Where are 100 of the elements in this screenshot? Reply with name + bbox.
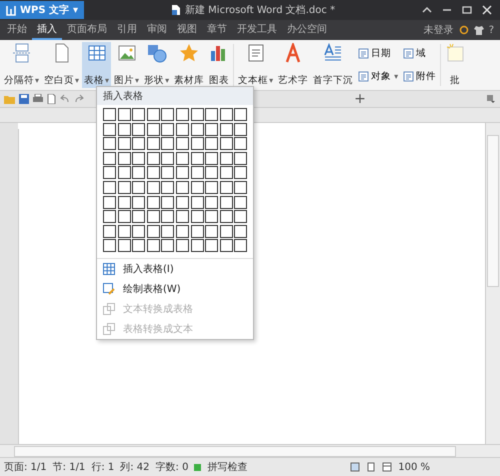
sync-icon[interactable]	[458, 25, 469, 35]
grid-cell[interactable]	[176, 166, 189, 180]
login-link[interactable]: 未登录	[424, 23, 454, 37]
save-icon[interactable]	[19, 94, 29, 104]
ribbon-button[interactable]: 素材库	[172, 42, 206, 88]
ribbon-tab[interactable]: 办公空间	[282, 20, 332, 40]
grid-cell[interactable]	[118, 166, 131, 180]
grid-cell[interactable]	[190, 108, 204, 121]
grid-cell[interactable]	[234, 239, 248, 252]
grid-cell[interactable]	[132, 180, 146, 194]
grid-cell[interactable]	[146, 122, 160, 136]
ribbon-tab[interactable]: 引用	[112, 20, 142, 40]
ribbon-button[interactable]: 图表	[207, 42, 232, 88]
grid-cell[interactable]	[146, 166, 160, 180]
maximize-icon[interactable]	[462, 5, 472, 15]
grid-cell[interactable]	[103, 108, 116, 121]
grid-cell[interactable]	[146, 224, 160, 238]
grid-cell[interactable]	[146, 152, 160, 165]
close-icon[interactable]	[482, 5, 492, 15]
grid-cell[interactable]	[132, 239, 146, 252]
page-view-icon[interactable]	[350, 462, 360, 472]
grid-cell[interactable]	[132, 210, 146, 224]
grid-cell[interactable]	[118, 180, 131, 194]
ribbon-tab[interactable]: 开发工具	[232, 20, 282, 40]
grid-cell[interactable]	[205, 239, 218, 252]
grid-cell[interactable]	[176, 210, 189, 224]
grid-cell[interactable]	[220, 224, 233, 238]
grid-cell[interactable]	[220, 210, 233, 224]
grid-cell[interactable]	[220, 239, 233, 252]
grid-cell[interactable]	[132, 152, 146, 165]
ribbon-button[interactable]: 域	[403, 47, 436, 60]
ribbon-button[interactable]: 批	[443, 42, 468, 88]
grid-cell[interactable]	[103, 137, 116, 150]
grid-cell[interactable]	[161, 137, 174, 150]
ribbon-button[interactable]: 空白页▾	[42, 42, 82, 88]
grid-cell[interactable]	[220, 122, 233, 136]
grid-cell[interactable]	[103, 152, 116, 165]
horizontal-scrollbar[interactable]	[0, 444, 500, 457]
spell-check-button[interactable]: 拼写检查	[207, 460, 248, 474]
grid-cell[interactable]	[205, 137, 218, 150]
grid-cell[interactable]	[146, 108, 160, 121]
grid-cell[interactable]	[161, 196, 174, 209]
ribbon-button[interactable]: 对象 ▾	[358, 70, 398, 83]
grid-cell[interactable]	[234, 122, 248, 136]
grid-cell[interactable]	[161, 166, 174, 180]
web-view-icon[interactable]	[382, 462, 392, 472]
grid-cell[interactable]	[103, 180, 116, 194]
outline-view-icon[interactable]	[366, 462, 376, 472]
grid-cell[interactable]	[118, 196, 131, 209]
grid-cell[interactable]	[146, 137, 160, 150]
grid-cell[interactable]	[234, 196, 248, 209]
grid-cell[interactable]	[220, 137, 233, 150]
grid-cell[interactable]	[234, 180, 248, 194]
grid-cell[interactable]	[146, 180, 160, 194]
ribbon-button[interactable]: 附件	[403, 70, 436, 83]
grid-cell[interactable]	[176, 239, 189, 252]
grid-cell[interactable]	[234, 166, 248, 180]
grid-cell[interactable]	[205, 224, 218, 238]
grid-cell[interactable]	[146, 196, 160, 209]
grid-cell[interactable]	[205, 180, 218, 194]
grid-cell[interactable]	[132, 166, 146, 180]
grid-cell[interactable]	[132, 122, 146, 136]
grid-cell[interactable]	[176, 180, 189, 194]
menu-item[interactable]: 绘制表格(W)	[97, 279, 253, 300]
ribbon-tab[interactable]: 页面布局	[62, 20, 112, 40]
ribbon-button[interactable]: 图片▾	[112, 42, 142, 88]
grid-cell[interactable]	[103, 210, 116, 224]
grid-cell[interactable]	[161, 224, 174, 238]
grid-cell[interactable]	[118, 152, 131, 165]
grid-cell[interactable]	[190, 166, 204, 180]
grid-cell[interactable]	[190, 122, 204, 136]
grid-cell[interactable]	[118, 224, 131, 238]
grid-cell[interactable]	[118, 137, 131, 150]
grid-cell[interactable]	[103, 166, 116, 180]
app-menu-button[interactable]: WPS 文字 ▾	[0, 1, 84, 19]
grid-cell[interactable]	[220, 166, 233, 180]
grid-cell[interactable]	[176, 137, 189, 150]
undo-icon[interactable]	[60, 94, 70, 104]
grid-cell[interactable]	[190, 210, 204, 224]
grid-cell[interactable]	[234, 224, 248, 238]
grid-cell[interactable]	[103, 196, 116, 209]
ribbon-tab[interactable]: 开始	[2, 20, 32, 40]
grid-cell[interactable]	[161, 180, 174, 194]
ribbon-tab[interactable]: 章节	[202, 20, 232, 40]
ribbon-button[interactable]: 形状▾	[142, 42, 172, 88]
grid-cell[interactable]	[176, 196, 189, 209]
grid-cell[interactable]	[190, 152, 204, 165]
grid-cell[interactable]	[220, 108, 233, 121]
ribbon-tab[interactable]: 审阅	[142, 20, 172, 40]
grid-cell[interactable]	[161, 210, 174, 224]
grid-cell[interactable]	[205, 122, 218, 136]
vertical-scrollbar[interactable]	[485, 123, 500, 444]
grid-cell[interactable]	[176, 108, 189, 121]
grid-cell[interactable]	[176, 224, 189, 238]
grid-cell[interactable]	[103, 224, 116, 238]
grid-cell[interactable]	[132, 224, 146, 238]
grid-cell[interactable]	[190, 137, 204, 150]
grid-cell[interactable]	[205, 152, 218, 165]
grid-cell[interactable]	[205, 210, 218, 224]
redo-icon[interactable]	[74, 94, 84, 104]
